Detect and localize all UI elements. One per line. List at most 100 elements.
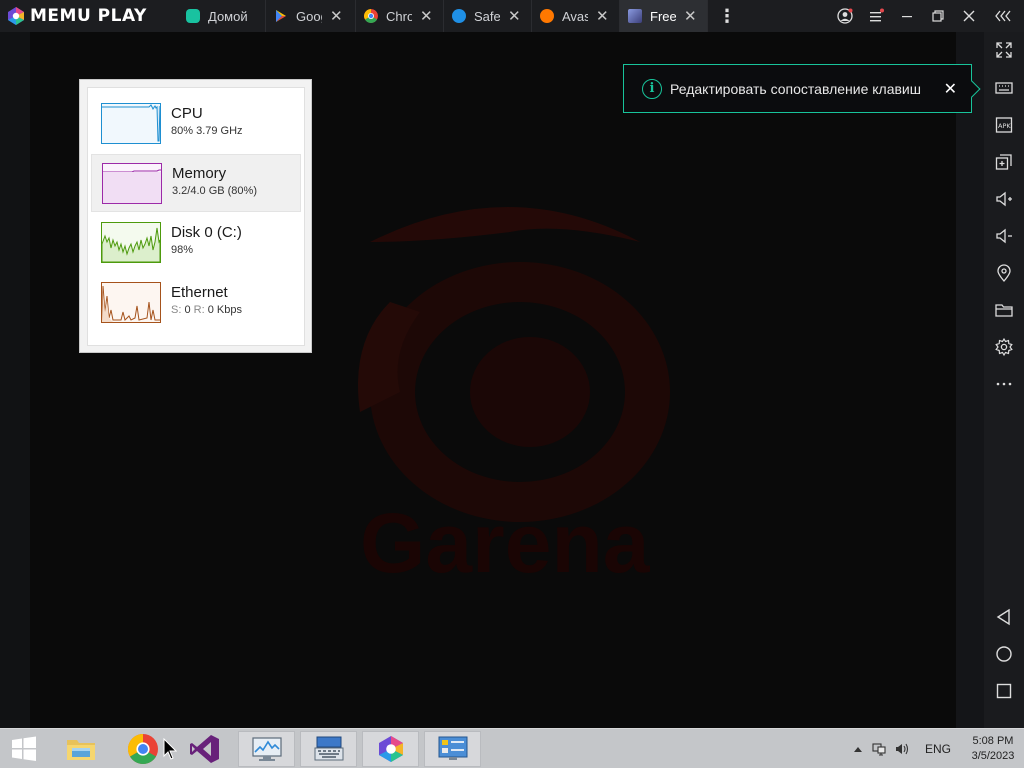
garena-watermark-text: Garena <box>360 496 651 582</box>
account-button[interactable] <box>829 0 860 32</box>
tab-label: Chro <box>386 8 412 24</box>
tab-avast[interactable]: Avas ✕ <box>532 0 620 32</box>
fullscreen-button[interactable] <box>990 36 1018 64</box>
keymapping-tooltip: i Редактировать сопоставление клавиш ✕ <box>623 64 981 113</box>
volume-up-icon <box>996 191 1012 207</box>
restore-button[interactable] <box>922 0 953 32</box>
taskbar-visual-studio[interactable] <box>186 731 224 767</box>
perf-detail: 3.2/4.0 GB (80%) <box>172 185 257 197</box>
perf-row-disk[interactable]: Disk 0 (C:) 98% <box>91 214 301 272</box>
more-tabs-icon[interactable]: ⋮ <box>708 0 746 32</box>
performance-widget: CPU 80% 3.79 GHz Memory 3.2/4.0 GB (80%)… <box>79 79 312 353</box>
file-explorer-icon <box>67 740 95 760</box>
perf-row-ethernet[interactable]: Ethernet S: 0 R: 0 Kbps <box>91 274 301 332</box>
svg-text:APK: APK <box>998 122 1011 130</box>
close-icon[interactable]: ✕ <box>944 79 957 99</box>
triple-chevron-left-icon <box>995 10 1011 22</box>
close-window-button[interactable] <box>953 0 984 32</box>
settings-button[interactable] <box>990 333 1018 361</box>
volume-down-icon <box>996 228 1012 244</box>
android-back-button[interactable] <box>990 603 1018 631</box>
cursor-arrow-icon <box>163 738 177 760</box>
mouse-cursor <box>161 731 179 767</box>
chevron-up-icon <box>854 747 862 752</box>
taskbar-task-manager[interactable] <box>238 731 295 767</box>
back-triangle-icon <box>996 608 1010 626</box>
location-button[interactable] <box>990 259 1018 287</box>
start-button[interactable] <box>6 731 42 767</box>
restore-icon <box>931 10 944 22</box>
tab-free-fire[interactable]: Free ✕ <box>620 0 708 32</box>
account-icon <box>836 8 853 24</box>
brand-name: MEMU PLAY <box>30 6 147 26</box>
on-screen-keyboard-icon <box>314 736 343 761</box>
performance-panel: CPU 80% 3.79 GHz Memory 3.2/4.0 GB (80%)… <box>87 87 305 346</box>
safe-browser-icon <box>452 9 466 23</box>
menu-button[interactable] <box>860 0 891 32</box>
taskbar-control-panel[interactable] <box>424 731 481 767</box>
tab-label: Free <box>650 8 676 24</box>
window-controls <box>829 0 1024 32</box>
android-recents-button[interactable] <box>990 677 1018 705</box>
desktop: MEMU PLAY Домой Goog ✕ <box>0 0 1024 768</box>
taskbar-on-screen-keyboard[interactable] <box>300 731 357 767</box>
location-pin-icon <box>997 264 1011 282</box>
task-manager-icon <box>251 737 282 761</box>
fullscreen-icon <box>996 42 1012 58</box>
close-icon[interactable]: ✕ <box>508 9 521 24</box>
taskbar-chrome[interactable] <box>125 731 161 767</box>
disk-graph-icon <box>101 222 161 263</box>
tab-home[interactable]: Домой <box>178 0 266 32</box>
language-indicator[interactable]: ENG <box>914 742 962 756</box>
google-play-icon <box>276 10 286 22</box>
more-horizontal-icon <box>996 382 1012 386</box>
keymapping-button[interactable] <box>990 74 1018 102</box>
show-hidden-icons-button[interactable] <box>848 745 868 753</box>
multi-instance-button[interactable] <box>990 148 1018 176</box>
tab-label: Safe <box>474 8 500 24</box>
volume-tray-icon[interactable] <box>890 741 914 757</box>
memu-home-icon <box>186 9 200 23</box>
taskbar-file-explorer[interactable] <box>61 731 101 767</box>
taskbar-memu[interactable] <box>362 731 419 767</box>
tooltip-text: Редактировать сопоставление клавиш <box>670 80 921 97</box>
chrome-icon <box>127 734 158 765</box>
volume-down-button[interactable] <box>990 222 1018 250</box>
volume-up-button[interactable] <box>990 185 1018 213</box>
perf-detail: 80% 3.79 GHz <box>171 125 243 137</box>
close-icon[interactable]: ✕ <box>420 9 433 24</box>
perf-name: Ethernet <box>171 284 228 301</box>
tab-safe-browser[interactable]: Safe ✕ <box>444 0 532 32</box>
home-circle-icon <box>996 646 1012 662</box>
network-tray-icon[interactable] <box>868 741 890 757</box>
close-icon[interactable]: ✕ <box>596 9 609 24</box>
more-options-button[interactable] <box>990 370 1018 398</box>
keyboard-icon <box>995 82 1013 94</box>
minimize-button[interactable] <box>891 0 922 32</box>
android-home-button[interactable] <box>990 640 1018 668</box>
tab-label: Goog <box>296 8 322 24</box>
tab-google-play[interactable]: Goog ✕ <box>266 0 356 32</box>
tab-label: Домой <box>208 8 248 24</box>
speaker-icon <box>896 743 909 755</box>
install-apk-button[interactable]: APK <box>990 111 1018 139</box>
clock[interactable]: 5:08 PM 3/5/2023 <box>962 734 1024 764</box>
close-icon[interactable]: ✕ <box>330 9 343 24</box>
perf-row-cpu[interactable]: CPU 80% 3.79 GHz <box>91 95 301 153</box>
control-panel-icon <box>438 736 467 760</box>
perf-name: CPU <box>171 105 203 122</box>
received-value: 0 Kbps <box>207 304 242 316</box>
perf-name: Memory <box>172 165 227 182</box>
shared-folder-button[interactable] <box>990 296 1018 324</box>
emulator-titlebar: MEMU PLAY Домой Goog ✕ <box>0 0 1024 32</box>
tab-chrome[interactable]: Chro ✕ <box>356 0 444 32</box>
clock-time: 5:08 PM <box>972 735 1014 747</box>
visual-studio-icon <box>190 735 219 763</box>
collapse-sidebar-button[interactable] <box>984 0 1024 32</box>
perf-row-memory[interactable]: Memory 3.2/4.0 GB (80%) <box>91 154 301 212</box>
add-window-icon <box>995 154 1012 170</box>
garena-logo-watermark: Garena <box>358 207 670 582</box>
close-icon[interactable]: ✕ <box>684 9 697 24</box>
network-icon <box>872 743 886 756</box>
ethernet-graph-icon <box>101 282 161 323</box>
